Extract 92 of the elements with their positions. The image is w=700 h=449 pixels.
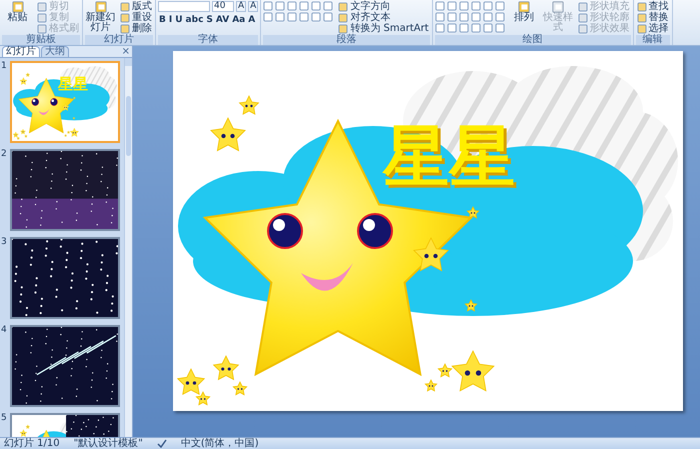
square-icon <box>470 1 481 11</box>
slide-number: 4 <box>0 325 8 335</box>
ribbon-button[interactable]: 替换 <box>636 12 670 23</box>
format-button[interactable]: I <box>168 14 174 26</box>
ribbon-button[interactable]: 新建幻灯片 <box>85 1 116 35</box>
square-icon <box>458 12 469 22</box>
square-icon <box>275 1 286 11</box>
format-button[interactable]: Aa <box>231 14 246 26</box>
slide-number: 5 <box>0 413 8 423</box>
square-icon <box>299 1 310 11</box>
square-icon <box>37 2 47 12</box>
status-text: "默认设计模板" <box>74 438 143 448</box>
slide-number: 2 <box>0 149 8 159</box>
ribbon-button[interactable]: 粘贴 <box>2 1 33 35</box>
format-button[interactable]: A <box>247 14 256 26</box>
square-icon <box>434 23 445 33</box>
ribbon-button[interactable]: 排列 <box>508 1 540 35</box>
format-button[interactable]: AV <box>214 14 230 26</box>
square-icon <box>37 24 47 34</box>
square-icon <box>338 24 348 34</box>
square-icon <box>287 1 298 11</box>
square-icon <box>446 1 457 11</box>
ribbon-button[interactable]: 版式 <box>119 1 153 12</box>
square-icon <box>287 12 298 22</box>
square-icon <box>482 1 493 11</box>
format-button[interactable]: abc <box>184 14 204 26</box>
format-button[interactable]: S <box>205 14 214 26</box>
square-icon <box>338 12 348 22</box>
font-size-button[interactable]: A <box>248 1 258 12</box>
square-icon <box>323 1 334 11</box>
square-icon <box>636 2 647 12</box>
group-label: 编辑 <box>636 35 670 45</box>
square-icon <box>494 23 505 33</box>
square-icon <box>578 2 588 12</box>
square-icon <box>120 12 130 22</box>
format-button[interactable]: U <box>174 14 184 26</box>
square-icon <box>578 12 588 22</box>
group-label: 幻灯片 <box>85 35 153 45</box>
square-icon <box>446 23 457 33</box>
square-icon <box>578 24 588 34</box>
square-icon <box>434 1 445 11</box>
square-icon <box>494 1 505 11</box>
status-text: 幻灯片 1/10 <box>4 438 60 448</box>
group-label: 字体 <box>158 35 258 45</box>
square-icon <box>37 12 47 22</box>
close-button[interactable]: × <box>122 47 130 57</box>
document-icon <box>517 1 532 13</box>
square-icon <box>494 12 505 22</box>
scrollbar[interactable] <box>124 58 132 437</box>
document-icon <box>10 1 24 13</box>
ribbon-button[interactable]: 删除 <box>119 23 153 34</box>
square-icon <box>275 12 286 22</box>
pane-tab[interactable]: 大纲 <box>41 46 69 57</box>
square-icon <box>434 12 445 22</box>
square-icon <box>446 12 457 22</box>
font-name-field[interactable] <box>158 1 210 12</box>
ribbon-button[interactable]: 选择 <box>636 23 670 34</box>
square-icon <box>311 1 322 11</box>
group-label: 剪贴板 <box>2 35 80 45</box>
ribbon-button[interactable]: 转换为 SmartArt <box>337 23 430 34</box>
square-icon <box>338 2 348 12</box>
square-icon <box>458 23 469 33</box>
square-icon <box>120 2 130 12</box>
ribbon-button[interactable]: 对齐文本 <box>337 12 430 23</box>
square-icon <box>458 1 469 11</box>
status-text: 中文(简体，中国) <box>180 438 259 448</box>
font-size-field[interactable]: 40 <box>212 1 234 12</box>
ribbon-button[interactable]: 查找 <box>636 1 670 12</box>
format-button[interactable]: B <box>158 14 167 26</box>
pane-tab[interactable]: 幻灯片 <box>2 46 40 57</box>
square-icon <box>482 12 493 22</box>
ribbon-button[interactable]: 文字方向 <box>337 1 430 12</box>
square-icon <box>299 12 310 22</box>
ribbon-button[interactable]: 重设 <box>119 12 153 23</box>
square-icon <box>323 12 334 22</box>
square-icon <box>263 1 274 11</box>
square-icon <box>120 24 130 34</box>
square-icon <box>482 23 493 33</box>
square-icon <box>636 12 647 22</box>
square-icon <box>470 23 481 33</box>
slide-number: 1 <box>0 61 8 71</box>
font-size-button[interactable]: A <box>236 1 246 12</box>
square-icon <box>263 12 274 22</box>
slide-number: 3 <box>0 237 8 247</box>
square-icon <box>470 12 481 22</box>
square-icon <box>311 12 322 22</box>
group-label: 绘图 <box>434 35 631 45</box>
checkmark-icon[interactable] <box>156 439 167 448</box>
document-icon <box>551 1 566 13</box>
document-icon <box>94 1 108 13</box>
square-icon <box>636 24 647 34</box>
group-label: 段落 <box>263 35 430 45</box>
